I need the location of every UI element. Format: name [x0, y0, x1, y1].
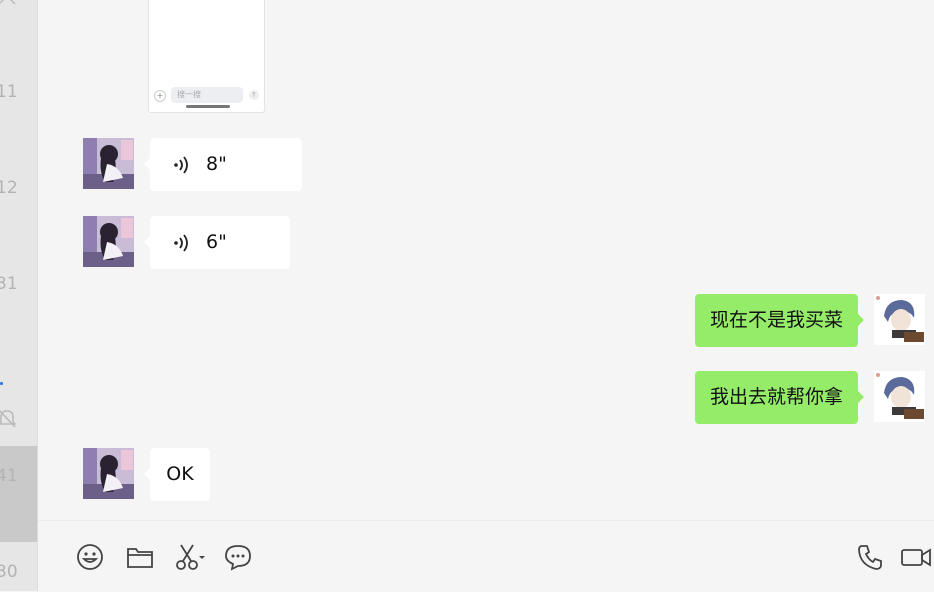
message-text: 我出去就帮你拿: [709, 386, 843, 408]
my-avatar[interactable]: [874, 294, 925, 345]
voice-duration: 8": [206, 153, 227, 175]
voice-icon: [174, 234, 188, 252]
scissors-icon[interactable]: [174, 543, 206, 571]
folder-icon[interactable]: [126, 543, 154, 571]
video-icon[interactable]: [900, 543, 932, 571]
contact-avatar-image: [83, 216, 134, 267]
home-indicator: [186, 105, 230, 108]
outgoing-message-bubble[interactable]: 现在不是我买菜: [694, 294, 865, 347]
selected-conversation-highlight[interactable]: [0, 446, 37, 542]
send-icon: ↑: [249, 90, 259, 100]
message-text: OK: [166, 463, 194, 485]
voice-icon: [174, 156, 188, 174]
incoming-message-bubble[interactable]: OK: [144, 448, 210, 501]
input-toolbar: [38, 520, 934, 592]
contact-avatar[interactable]: [83, 448, 134, 499]
voice-message-bubble[interactable]: 6": [144, 216, 290, 269]
chat-message-area[interactable]: + 搜一搜 ↑ 8" 6" 现在不是我买菜 我出去就帮你拿 OK: [38, 0, 934, 520]
emoji-icon[interactable]: [76, 543, 104, 571]
unread-dot: [0, 382, 3, 385]
contact-avatar-image: [83, 138, 134, 189]
chevron-up-icon: [0, 0, 16, 5]
voice-message-bubble[interactable]: 8": [144, 138, 302, 191]
search-bar-thumbnail: 搜一搜: [171, 87, 243, 103]
plus-icon: +: [154, 90, 166, 102]
phone-icon[interactable]: [856, 543, 884, 571]
contact-avatar[interactable]: [83, 216, 134, 267]
conversation-list-strip: 11 12 31 41 30: [0, 0, 38, 591]
mute-bell-icon: [0, 409, 16, 428]
message-text: 现在不是我买菜: [709, 309, 843, 331]
shared-image-preview[interactable]: + 搜一搜 ↑: [148, 0, 265, 113]
contact-avatar-image: [83, 448, 134, 499]
outgoing-message-bubble[interactable]: 我出去就帮你拿: [694, 371, 865, 424]
my-avatar[interactable]: [874, 371, 925, 422]
voice-duration: 6": [206, 231, 227, 253]
chat-bubble-icon[interactable]: [224, 543, 252, 571]
contact-avatar[interactable]: [83, 138, 134, 189]
my-avatar-image: [874, 371, 925, 422]
my-avatar-image: [874, 294, 925, 345]
